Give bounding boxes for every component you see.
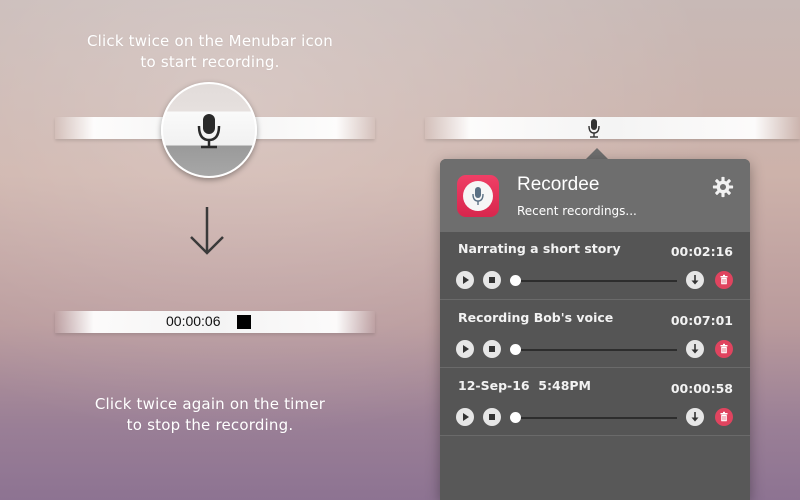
app-icon [457, 175, 499, 217]
menubar-magnifier [161, 82, 257, 178]
instruction-top-line1: Click twice on the Menubar icon [86, 32, 334, 50]
trash-icon [720, 343, 728, 354]
microphone-icon [197, 114, 221, 149]
download-icon [691, 344, 699, 354]
instruction-top-line2: to start recording. [140, 53, 280, 71]
recording-duration: 00:02:16 [670, 244, 733, 259]
stop-icon [489, 277, 495, 283]
trash-icon [720, 411, 728, 422]
download-button[interactable] [686, 408, 704, 426]
app-name: Recordee [517, 174, 600, 195]
recording-item: 12-Sep-16 5:48PM 00:00:58 [440, 368, 750, 436]
playback-slider-knob[interactable] [510, 412, 521, 423]
stop-icon [489, 346, 495, 352]
play-button[interactable] [456, 408, 474, 426]
delete-button[interactable] [715, 340, 733, 358]
instruction-bottom-line1: Click twice again on the timer [94, 395, 326, 413]
menubar-microphone-icon[interactable] [587, 118, 601, 140]
delete-button[interactable] [715, 408, 733, 426]
recording-duration: 00:07:01 [670, 313, 733, 328]
recording-duration: 00:00:58 [670, 381, 733, 396]
recording-title: 12-Sep-16 5:48PM [458, 378, 591, 393]
play-button[interactable] [456, 340, 474, 358]
download-button[interactable] [686, 271, 704, 289]
gear-icon[interactable] [712, 176, 734, 198]
download-icon [691, 275, 699, 285]
arrow-down-icon [190, 207, 224, 255]
menubar-timer[interactable]: 00:00:06 [166, 313, 221, 329]
playback-slider-knob[interactable] [510, 344, 521, 355]
download-button[interactable] [686, 340, 704, 358]
instruction-bottom: Click twice again on the timer to stop t… [60, 394, 360, 436]
playback-slider[interactable] [517, 349, 677, 351]
recording-title: Recording Bob's voice [458, 310, 614, 325]
stop-button[interactable] [483, 340, 501, 358]
instruction-bottom-line2: to stop the recording. [126, 416, 294, 434]
delete-button[interactable] [715, 271, 733, 289]
recording-item: Recording Bob's voice 00:07:01 [440, 300, 750, 368]
stop-button[interactable] [483, 271, 501, 289]
popover-arrow [586, 148, 608, 159]
stop-icon[interactable] [237, 315, 251, 329]
play-icon [463, 276, 469, 284]
divider [440, 435, 750, 436]
menubar [425, 117, 800, 139]
stop-icon [489, 414, 495, 420]
playback-slider[interactable] [517, 280, 677, 282]
play-icon [463, 345, 469, 353]
popover-subtitle: Recent recordings... [517, 204, 637, 218]
playback-slider[interactable] [517, 417, 677, 419]
app-microphone-icon [472, 187, 484, 205]
instruction-top: Click twice on the Menubar icon to start… [60, 31, 360, 73]
popover-header: Recordee Recent recordings... [440, 159, 750, 232]
stop-button[interactable] [483, 408, 501, 426]
play-button[interactable] [456, 271, 474, 289]
play-icon [463, 413, 469, 421]
recordings-popover: Recordee Recent recordings... Narrating … [440, 159, 750, 500]
trash-icon [720, 274, 728, 285]
download-icon [691, 412, 699, 422]
recording-title: Narrating a short story [458, 241, 621, 256]
recording-item: Narrating a short story 00:02:16 [440, 232, 750, 300]
playback-slider-knob[interactable] [510, 275, 521, 286]
